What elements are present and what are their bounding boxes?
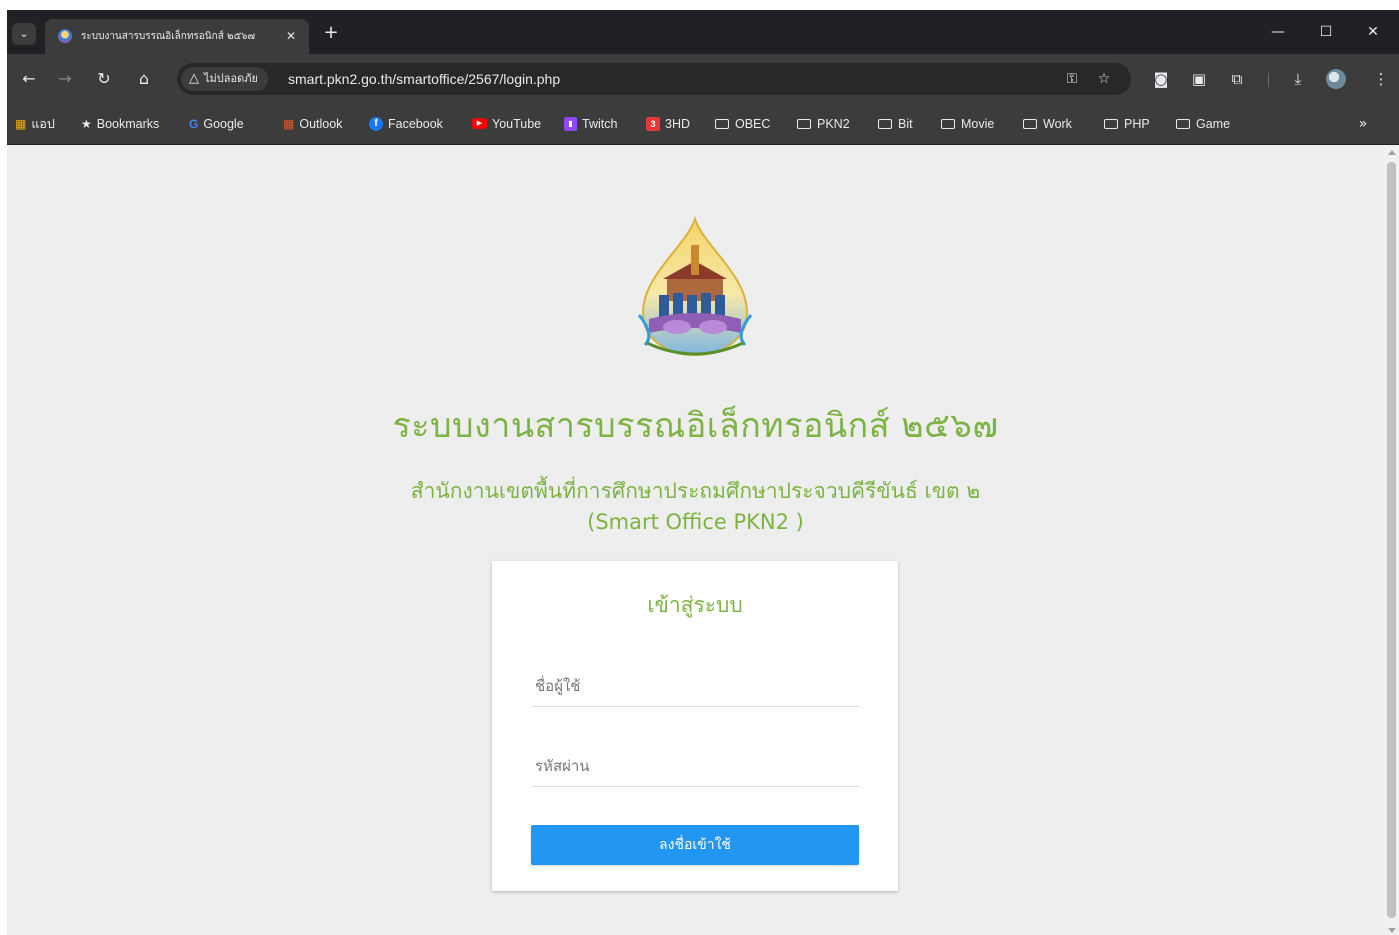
folder-icon	[1104, 119, 1118, 129]
folder-bit[interactable]: Bit	[878, 114, 913, 134]
star-icon: ★	[81, 117, 92, 131]
bookmarks-overflow-button[interactable]: »	[1353, 114, 1373, 134]
browser-toolbar: ← → ↻ ⌂ △ ไม่ปลอดภัย smart.pkn2.go.th/sma…	[7, 54, 1399, 104]
browser-window: ⌄ ระบบงานสารบรรณอิเล็กทรอนิกส์ ๒๕๖๗ ✕ + …	[7, 10, 1399, 935]
warning-icon: △	[189, 71, 199, 86]
folder-icon	[1023, 119, 1037, 129]
bookmark-star-icon[interactable]: ☆	[1093, 68, 1115, 90]
bookmark-twitch[interactable]: ▮ Twitch	[564, 114, 617, 134]
page-title: ระบบงานสารบรรณอิเล็กทรอนิกส์ ๒๕๖๗	[392, 406, 999, 446]
reload-button[interactable]: ↻	[92, 67, 116, 91]
security-label: ไม่ปลอดภัย	[204, 72, 258, 85]
password-input[interactable]	[531, 745, 859, 787]
username-input[interactable]	[531, 665, 859, 707]
page-subtitle: สำนักงานเขตพื้นที่การศึกษาประถมศึกษาประจ…	[410, 479, 981, 503]
folder-icon	[1176, 119, 1190, 129]
tab-title: ระบบงานสารบรรณอิเล็กทรอนิกส์ ๒๕๖๗	[81, 31, 256, 42]
office-logo	[637, 215, 753, 357]
bookmarks-bar: ▦ แอป ★ Bookmarks G Google ▦ Outlook f Facebo…	[7, 104, 1399, 144]
folder-movie[interactable]: Movie	[941, 114, 994, 134]
folder-icon	[941, 119, 955, 129]
folder-game[interactable]: Game	[1176, 114, 1230, 134]
bookmark-bookmarks[interactable]: ★ Bookmarks	[81, 114, 159, 134]
outlook-icon: ▦	[283, 117, 295, 131]
folder-php[interactable]: PHP	[1104, 114, 1150, 134]
tab-close-icon[interactable]: ✕	[281, 26, 301, 46]
back-button[interactable]: ←	[17, 67, 41, 91]
folder-work[interactable]: Work	[1023, 114, 1072, 134]
tab-strip: ⌄ ระบบงานสารบรรณอิเล็กทรอนิกส์ ๒๕๖๗ ✕ + …	[7, 10, 1399, 54]
extensions-icon[interactable]: ⧉	[1225, 67, 1249, 91]
scrollbar-thumb[interactable]	[1387, 162, 1396, 918]
login-card: เข้าสู่ระบบ ลงชื่อเข้าใช้	[492, 561, 898, 891]
bookmark-youtube[interactable]: ▶ YouTube	[472, 114, 541, 134]
bookmark-google[interactable]: G Google	[189, 114, 244, 134]
home-button[interactable]: ⌂	[132, 67, 156, 91]
apps-bookmark[interactable]: ▦ แอป	[15, 114, 55, 134]
tab-search-button[interactable]: ⌄	[12, 23, 36, 45]
cast-icon[interactable]: ▣	[1187, 67, 1211, 91]
folder-icon	[797, 119, 811, 129]
address-bar[interactable]: △ ไม่ปลอดภัย smart.pkn2.go.th/smartoffice…	[177, 63, 1131, 95]
menu-icon[interactable]: ⋮	[1369, 67, 1393, 91]
minimize-button[interactable]: —	[1258, 20, 1298, 44]
login-heading: เข้าสู่ระบบ	[647, 593, 743, 617]
scroll-up-icon[interactable]	[1388, 150, 1396, 155]
maximize-button[interactable]: ☐	[1306, 20, 1346, 44]
close-window-button[interactable]: ✕	[1353, 20, 1393, 44]
site-favicon-icon	[58, 29, 72, 43]
page-scrollbar[interactable]	[1384, 145, 1399, 935]
bookmark-3hd[interactable]: 3 3HD	[646, 114, 690, 134]
google-icon: G	[189, 117, 199, 131]
camera-icon[interactable]: ◙	[1149, 67, 1173, 91]
folder-icon	[715, 119, 729, 129]
page-subtitle-english: (Smart Office PKN2 )	[587, 510, 804, 534]
bookmark-outlook[interactable]: ▦ Outlook	[283, 114, 342, 134]
folder-icon	[878, 119, 892, 129]
facebook-icon: f	[369, 117, 383, 131]
twitch-icon: ▮	[564, 117, 577, 131]
youtube-icon: ▶	[472, 118, 487, 129]
password-key-icon[interactable]: ⚿	[1061, 68, 1083, 90]
new-tab-button[interactable]: +	[319, 22, 343, 44]
toolbar-divider	[1268, 73, 1269, 87]
security-chip[interactable]: △ ไม่ปลอดภัย	[181, 67, 268, 91]
bookmark-facebook[interactable]: f Facebook	[369, 114, 443, 134]
folder-obec[interactable]: OBEC	[715, 114, 770, 134]
login-button[interactable]: ลงชื่อเข้าใช้	[531, 825, 859, 865]
page-content: ระบบงานสารบรรณอิเล็กทรอนิกส์ ๒๕๖๗ สำนักง…	[7, 145, 1384, 935]
url-text[interactable]: smart.pkn2.go.th/smartoffice/2567/login.…	[288, 71, 560, 87]
active-tab[interactable]: ระบบงานสารบรรณอิเล็กทรอนิกส์ ๒๕๖๗ ✕	[45, 19, 309, 54]
apps-grid-icon: ▦	[15, 117, 27, 131]
folder-pkn2[interactable]: PKN2	[797, 114, 850, 134]
download-icon[interactable]: ⤓	[1286, 67, 1310, 91]
forward-button[interactable]: →	[53, 67, 77, 91]
scroll-down-icon[interactable]	[1388, 928, 1396, 933]
3hd-icon: 3	[646, 117, 660, 131]
profile-avatar[interactable]	[1326, 69, 1346, 89]
